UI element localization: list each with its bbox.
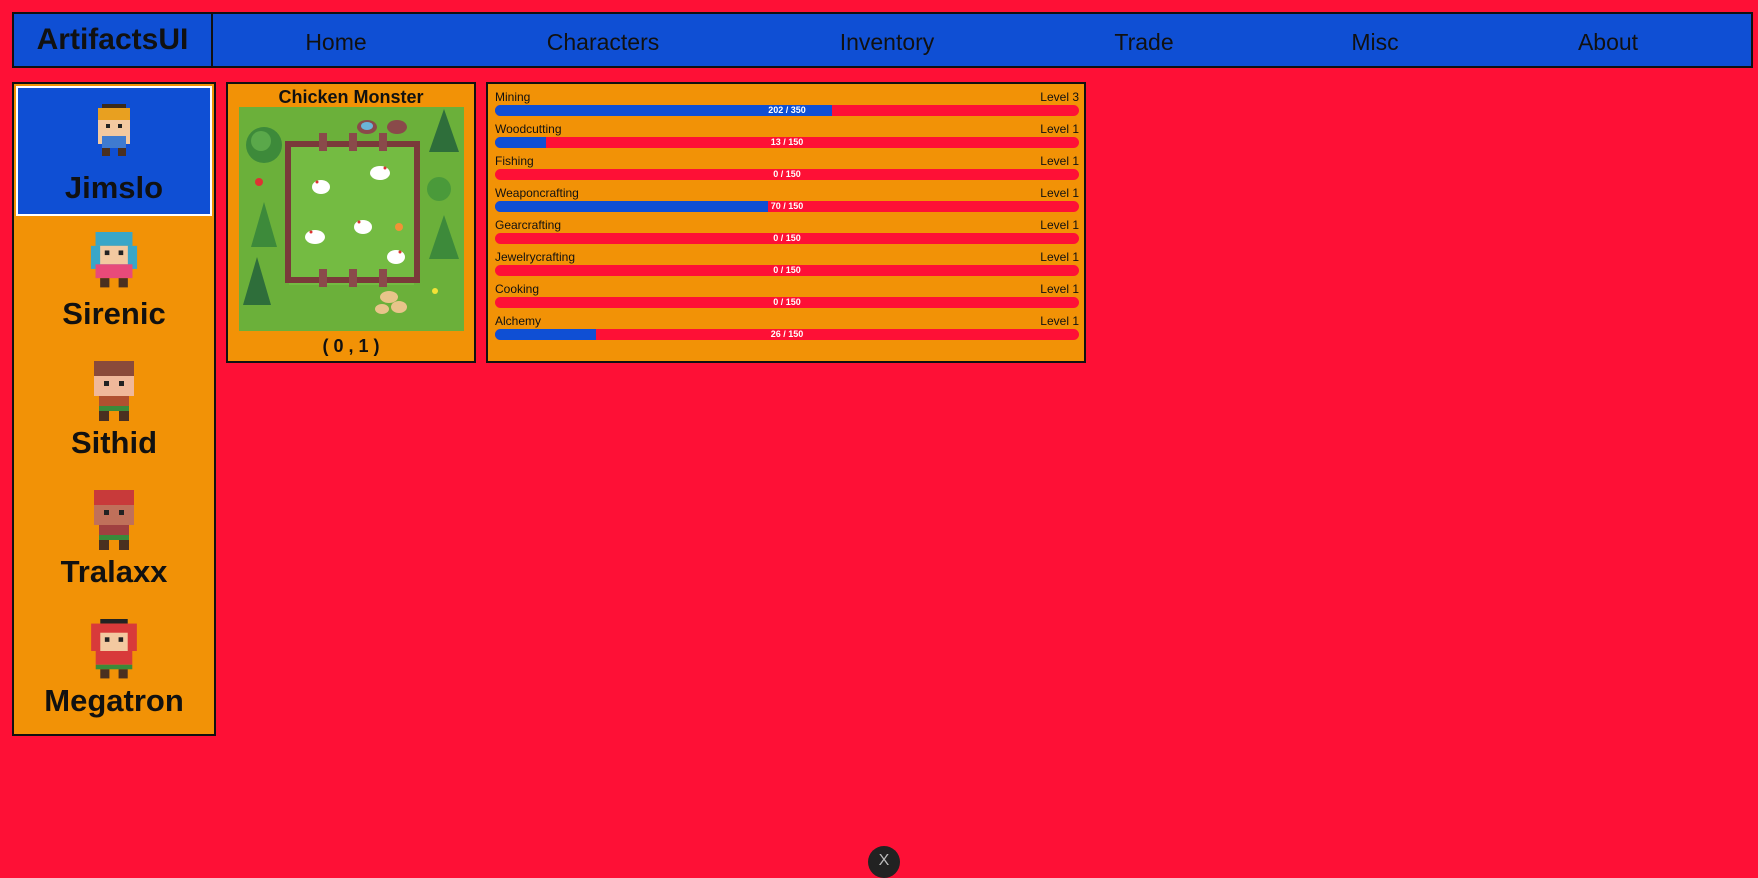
skill-progress-bar: 0 / 150 (495, 297, 1079, 308)
character-name: Sirenic (62, 296, 166, 331)
location-card: Chicken Monster ( 0 , 1) (226, 82, 476, 363)
skill-row-mining: Mining Level 3 202 / 350 (495, 89, 1079, 119)
skill-level: Level 1 (1040, 250, 1079, 264)
character-avatar-icon (94, 490, 134, 550)
character-name: Sithid (70, 425, 158, 460)
character-sidebar: Jimslo Sirenic Sithid Tralaxx Megatron (12, 82, 216, 736)
skill-progress-bar: 13 / 150 (495, 137, 1079, 148)
skill-row-woodcutting: Woodcutting Level 1 13 / 150 (495, 121, 1079, 151)
skill-name: Alchemy (495, 314, 542, 328)
character-item-megatron[interactable]: Megatron (14, 603, 214, 733)
skill-level: Level 1 (1040, 154, 1079, 168)
skill-name: Weaponcrafting (495, 186, 579, 200)
nav-inventory[interactable]: Inventory (840, 14, 935, 66)
skill-progress-bar: 26 / 150 (495, 329, 1079, 340)
skill-progress-text: 70 / 150 (770, 201, 804, 211)
character-name: Tralaxx (60, 554, 168, 589)
skill-level: Level 3 (1040, 90, 1079, 104)
nav-misc[interactable]: Misc (1351, 14, 1398, 66)
skill-name: Cooking (495, 282, 540, 296)
character-avatar-icon (94, 361, 134, 421)
character-item-tralaxx[interactable]: Tralaxx (14, 474, 214, 604)
character-item-sirenic[interactable]: Sirenic (14, 216, 214, 346)
chicken-farm-map-image (239, 107, 464, 331)
skill-progress-text: 13 / 150 (770, 137, 804, 147)
skill-row-jewelrycrafting: Jewelrycrafting Level 1 0 / 150 (495, 249, 1079, 279)
nav-home[interactable]: Home (305, 14, 366, 66)
skill-level: Level 1 (1040, 314, 1079, 328)
skill-row-alchemy: Alchemy Level 1 26 / 150 (495, 313, 1079, 343)
skill-row-cooking: Cooking Level 1 0 / 150 (495, 281, 1079, 311)
character-avatar-icon (91, 619, 137, 679)
skill-progress-bar: 70 / 150 (495, 201, 1079, 212)
skill-level: Level 1 (1040, 218, 1079, 232)
location-coordinates: ( 0 , 1 ) (322, 336, 380, 356)
skill-name: Mining (495, 90, 531, 104)
top-navbar: ArtifactsUI Home Characters Inventory Tr… (12, 12, 1753, 68)
skill-level: Level 1 (1040, 122, 1079, 136)
skill-progress-text: 0 / 150 (773, 265, 801, 275)
skill-progress-bar: 0 / 150 (495, 169, 1079, 180)
skill-name: Woodcutting (495, 122, 562, 136)
skill-progress-text: 0 / 150 (773, 169, 801, 179)
character-name: Jimslo (64, 170, 164, 205)
skill-name: Fishing (495, 154, 534, 168)
location-title: Chicken Monster (278, 87, 424, 107)
skill-row-gearcrafting: Gearcrafting Level 1 0 / 150 (495, 217, 1079, 247)
nav-about[interactable]: About (1578, 14, 1638, 66)
skill-level: Level 1 (1040, 282, 1079, 296)
nav-characters[interactable]: Characters (547, 14, 659, 66)
character-name: Megatron (44, 683, 184, 718)
brand-logo[interactable]: ArtifactsUI (14, 14, 213, 66)
skill-level: Level 1 (1040, 186, 1079, 200)
character-avatar-icon (98, 104, 130, 156)
skill-progress-text: 0 / 150 (773, 297, 801, 307)
skills-card: Mining Level 3 202 / 350 Woodcutting Level 1… (486, 82, 1086, 363)
nav-trade[interactable]: Trade (1114, 14, 1173, 66)
skill-name: Jewelrycrafting (495, 250, 576, 264)
character-item-sithid[interactable]: Sithid (14, 345, 214, 475)
skill-name: Gearcrafting (495, 218, 562, 232)
character-avatar-icon (90, 232, 138, 288)
skill-row-weaponcrafting: Weaponcrafting Level 1 70 / 150 (495, 185, 1079, 215)
skill-progress-bar: 0 / 150 (495, 265, 1079, 276)
skill-row-fishing: Fishing Level 1 0 / 150 (495, 153, 1079, 183)
skill-progress-text: 202 / 350 (768, 105, 806, 115)
skill-progress-text: 26 / 150 (770, 329, 804, 339)
skill-progress-bar: 0 / 150 (495, 233, 1079, 244)
close-icon[interactable]: X (868, 846, 900, 878)
character-item-jimslo[interactable]: Jimslo (16, 86, 212, 216)
skill-progress-text: 0 / 150 (773, 233, 801, 243)
skill-progress-bar: 202 / 350 (495, 105, 1079, 116)
